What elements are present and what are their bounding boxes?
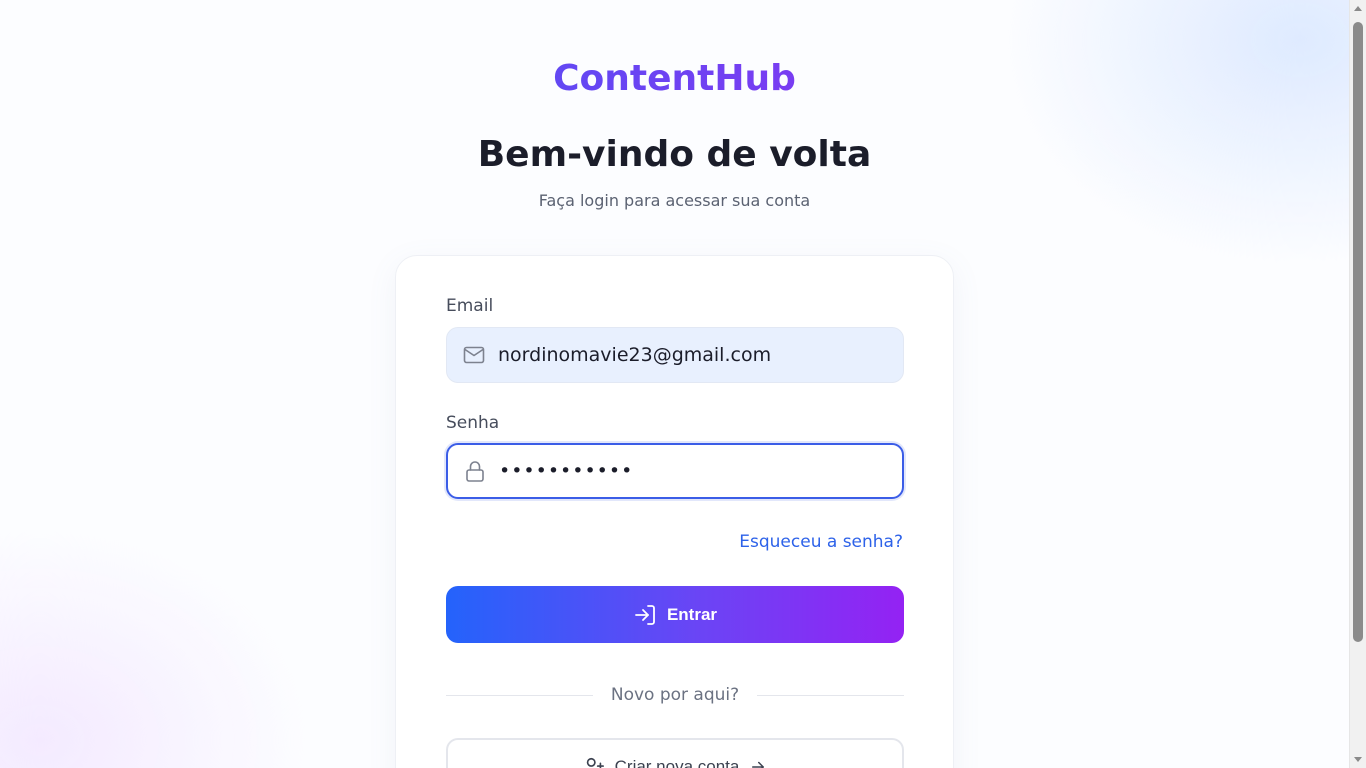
create-account-label: Criar nova conta: [614, 756, 740, 768]
password-field[interactable]: •••••••••••: [446, 443, 904, 499]
scroll-down-icon[interactable]: [1354, 757, 1362, 762]
divider-line-left: [446, 694, 593, 696]
scrollbar-thumb[interactable]: [1353, 22, 1363, 642]
login-page: ContentHub Bem-vindo de volta Faça login…: [0, 0, 1349, 768]
divider: Novo por aqui?: [446, 684, 905, 706]
arrow-right-icon: [749, 758, 767, 768]
user-plus-icon: [583, 756, 605, 768]
page-title: Bem-vindo de volta: [477, 134, 872, 175]
brand-logo: ContentHub: [0, 58, 1349, 99]
forgot-password-link[interactable]: Esqueceu a senha?: [739, 532, 903, 552]
login-button[interactable]: Entrar: [446, 586, 904, 643]
divider-line-right: [757, 694, 905, 696]
login-card: Email nordinomavie23@gmail.com Senha •••…: [395, 255, 954, 768]
log-in-icon: [633, 603, 657, 627]
email-value: nordinomavie23@gmail.com: [498, 344, 772, 366]
email-label: Email: [446, 296, 494, 316]
email-field[interactable]: nordinomavie23@gmail.com: [446, 327, 904, 383]
divider-text: Novo por aqui?: [610, 685, 740, 705]
password-value: •••••••••••: [499, 460, 634, 482]
scroll-up-icon[interactable]: [1354, 6, 1362, 11]
page-subtitle: Faça login para acessar sua conta: [538, 191, 811, 210]
scrollbar[interactable]: [1349, 0, 1366, 768]
login-button-label: Entrar: [666, 604, 718, 624]
password-label: Senha: [446, 413, 500, 433]
create-account-button[interactable]: Criar nova conta: [446, 738, 904, 768]
mail-icon: [462, 343, 486, 367]
lock-icon: [463, 459, 487, 483]
